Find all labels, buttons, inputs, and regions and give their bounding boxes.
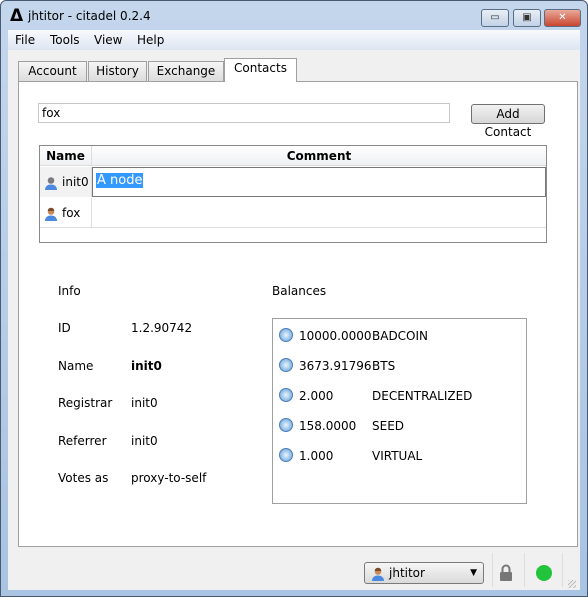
person-icon <box>45 207 57 221</box>
tab-exchange[interactable]: Exchange <box>148 61 224 81</box>
tab-contacts[interactable]: Contacts <box>224 58 297 82</box>
name-cell[interactable]: init0 <box>40 167 92 197</box>
maximize-button[interactable]: ▣ <box>513 9 541 27</box>
tab-account[interactable]: Account <box>18 61 87 81</box>
resize-grip-icon[interactable] <box>568 580 576 588</box>
window-title: jhtitor - citadel 0.2.4 <box>28 9 151 23</box>
asset-icon <box>279 328 293 342</box>
contacts-table: Name Comment init0 A node fox <box>39 145 547 243</box>
table-row[interactable]: fox <box>40 198 546 228</box>
name-label: Name <box>58 359 94 373</box>
lock-icon[interactable] <box>499 564 513 581</box>
app-logo-icon: Δ <box>10 6 24 26</box>
balances-list[interactable]: 10000.0000 BADCOIN 3673.91796 BTS 2.000 DEC… <box>272 318 527 504</box>
person-icon <box>372 567 384 581</box>
divider <box>524 553 525 587</box>
registrar-label: Registrar <box>58 396 113 410</box>
menu-view[interactable]: View <box>94 33 122 47</box>
balance-symbol: SEED <box>372 419 405 433</box>
column-header-name[interactable]: Name <box>40 146 92 166</box>
connection-status-indicator <box>536 565 552 581</box>
table-row[interactable]: init0 A node <box>40 167 546 197</box>
list-item[interactable]: 10000.0000 BADCOIN <box>273 327 523 347</box>
divider <box>562 553 563 587</box>
comment-cell[interactable] <box>92 198 546 228</box>
balance-amount: 2.000 <box>299 389 334 403</box>
registrar-value: init0 <box>131 396 158 410</box>
votes-as-value: proxy-to-self <box>131 471 207 485</box>
menu-file[interactable]: File <box>15 33 35 47</box>
balances-heading: Balances <box>272 284 327 298</box>
contact-name: init0 <box>62 175 89 189</box>
name-cell[interactable]: fox <box>40 198 92 228</box>
balance-amount: 3673.91796 <box>299 359 372 373</box>
close-button[interactable]: ✕ <box>544 9 581 27</box>
status-bar <box>8 548 580 590</box>
title-bar[interactable]: Δ jhtitor - citadel 0.2.4 ▭ ▣ ✕ <box>0 0 588 30</box>
chevron-down-icon: ▼ <box>470 568 477 578</box>
referrer-label: Referrer <box>58 434 107 448</box>
info-heading: Info <box>58 284 81 298</box>
menu-tools[interactable]: Tools <box>50 33 80 47</box>
account-select[interactable]: jhtitor ▼ <box>364 562 484 584</box>
list-item[interactable]: 3673.91796 BTS <box>273 357 523 377</box>
balance-amount: 158.0000 <box>299 419 357 433</box>
balance-amount: 10000.0000 <box>299 329 372 343</box>
balance-symbol: VIRTUAL <box>372 449 423 463</box>
balance-amount: 1.000 <box>299 449 334 463</box>
add-contact-button[interactable]: Add Contact <box>471 104 545 139</box>
contact-name: fox <box>62 206 81 220</box>
divider <box>492 553 493 587</box>
balance-symbol: DECENTRALIZED <box>372 389 473 403</box>
contact-search-input[interactable]: fox <box>38 103 450 123</box>
balance-symbol: BADCOIN <box>372 329 429 343</box>
account-name: jhtitor <box>389 566 425 580</box>
asset-icon <box>279 448 293 462</box>
votes-as-label: Votes as <box>58 471 109 485</box>
comment-text: A node <box>96 173 144 188</box>
asset-icon <box>279 358 293 372</box>
id-label: ID <box>58 321 71 335</box>
id-value: 1.2.90742 <box>131 321 193 335</box>
asset-icon <box>279 418 293 432</box>
person-icon <box>45 176 57 190</box>
list-item[interactable]: 2.000 DECENTRALIZED <box>273 387 523 407</box>
tab-history[interactable]: History <box>88 61 147 81</box>
asset-icon <box>279 388 293 402</box>
referrer-value: init0 <box>131 434 158 448</box>
list-item[interactable]: 1.000 VIRTUAL <box>273 447 523 467</box>
comment-edit-field[interactable]: A node <box>92 167 546 197</box>
column-header-comment[interactable]: Comment <box>92 146 546 166</box>
minimize-button[interactable]: ▭ <box>481 9 509 27</box>
name-value: init0 <box>131 359 162 373</box>
list-item[interactable]: 158.0000 SEED <box>273 417 523 437</box>
balance-symbol: BTS <box>372 359 396 373</box>
menu-help[interactable]: Help <box>137 33 164 47</box>
